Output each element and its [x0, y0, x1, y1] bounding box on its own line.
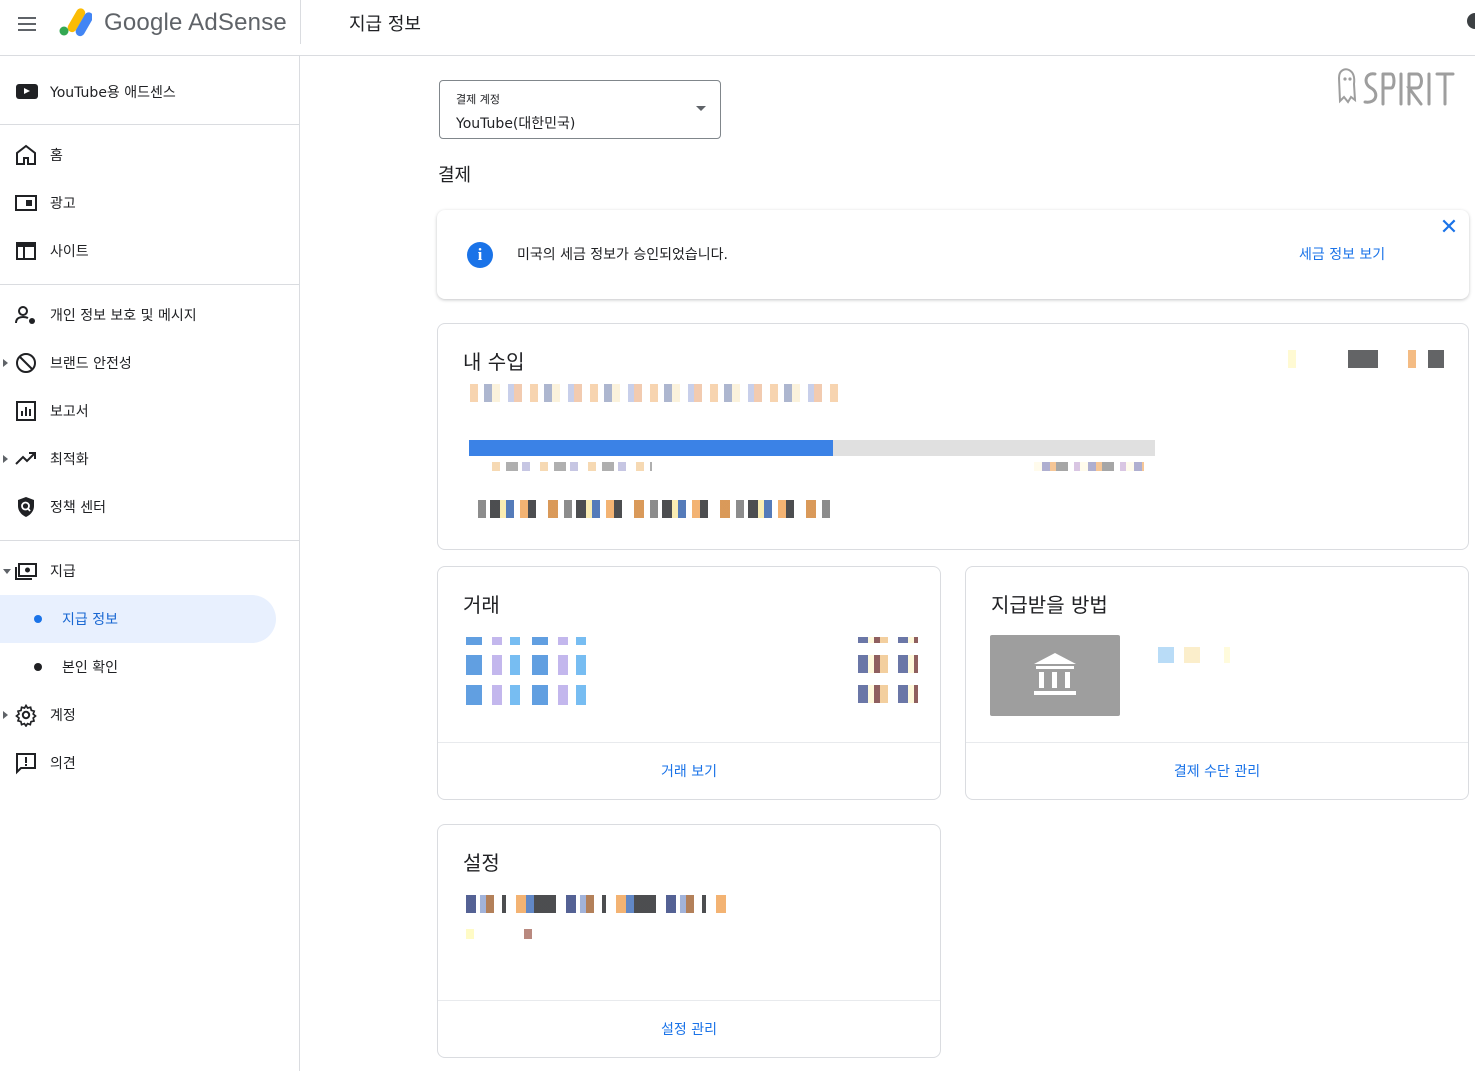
sidebar-item-feedback[interactable]: 의견	[0, 739, 276, 787]
watermark-logo-icon	[1337, 68, 1455, 106]
sidebar-item-home[interactable]: 홈	[0, 131, 276, 179]
redacted-text	[492, 462, 652, 471]
sidebar-item-label: 지급	[50, 564, 76, 580]
account-avatar[interactable]	[1467, 13, 1475, 29]
sidebar-item-label: 정책 센터	[50, 500, 106, 516]
transactions-footer: 거래 보기	[438, 742, 940, 799]
redacted-text	[1034, 462, 1144, 471]
manage-settings-link[interactable]: 설정 관리	[438, 1019, 940, 1039]
sidebar-item-label: 광고	[50, 196, 76, 212]
privacy-messaging-icon	[15, 306, 35, 324]
sidebar-item-label: 브랜드 안전성	[50, 356, 132, 372]
sidebar-item-privacy-messaging[interactable]: 개인 정보 보호 및 메시지	[0, 291, 276, 339]
notice-text: 미국의 세금 정보가 승인되었습니다.	[517, 247, 728, 263]
section-title: 결제	[438, 165, 472, 186]
redacted-text	[470, 384, 840, 402]
view-transactions-link[interactable]: 거래 보기	[438, 761, 940, 781]
dropdown-arrow-icon	[696, 106, 706, 111]
payments-icon	[15, 563, 37, 580]
redacted-text	[466, 637, 586, 715]
redacted-text	[858, 637, 918, 715]
sidebar-item-label: 계정	[50, 708, 76, 724]
view-tax-info-link[interactable]: 세금 정보 보기	[1299, 244, 1385, 264]
payments-account-select[interactable]: 결제 계정 YouTube(대한민국)	[439, 80, 721, 139]
select-label: 결제 계정	[456, 93, 500, 106]
sites-icon	[16, 242, 36, 260]
sidebar-item-brand-safety[interactable]: 브랜드 안전성	[0, 339, 276, 387]
block-icon	[16, 353, 36, 373]
transactions-title: 거래	[463, 593, 500, 617]
sidebar-item-sites[interactable]: 사이트	[0, 227, 276, 275]
payment-method-card: 지급받을 방법 결제 수단 관리	[965, 566, 1469, 800]
earnings-card: 내 수입	[437, 323, 1469, 550]
settings-title: 설정	[463, 851, 500, 875]
close-icon[interactable]: ✕	[1439, 217, 1459, 239]
sidebar-item-verification[interactable]: 본인 확인	[0, 643, 276, 691]
trending-icon	[15, 452, 36, 465]
bank-icon	[990, 635, 1120, 716]
sidebar-item-account[interactable]: 계정	[0, 691, 276, 739]
transactions-card: 거래 거래 보기	[437, 566, 941, 800]
home-icon	[16, 144, 36, 165]
redacted-text	[1158, 647, 1236, 663]
redacted-text	[466, 929, 536, 939]
sidebar-item-label: 본인 확인	[62, 660, 118, 676]
youtube-icon	[16, 84, 38, 99]
app-name[interactable]: Google AdSense	[104, 9, 287, 37]
sidebar-item-payments[interactable]: 지급	[0, 547, 276, 595]
payment-method-title: 지급받을 방법	[991, 593, 1108, 617]
progress-fill	[469, 440, 833, 456]
sidebar-item-label: 의견	[50, 756, 76, 772]
redacted-text	[466, 895, 726, 913]
bullet-icon	[34, 615, 42, 623]
collapse-caret-icon[interactable]	[3, 569, 11, 574]
redacted-amount	[1288, 350, 1448, 368]
sidebar-item-label: 지급 정보	[62, 612, 118, 628]
redacted-text	[478, 500, 832, 518]
info-icon: i	[467, 242, 493, 268]
bullet-icon	[34, 663, 42, 671]
select-value: YouTube(대한민국)	[456, 116, 576, 132]
expand-caret-icon[interactable]	[3, 359, 8, 367]
top-app-bar: Google AdSense 지급 정보	[0, 0, 1475, 56]
tax-info-notice: i 미국의 세금 정보가 승인되었습니다. 세금 정보 보기 ✕	[437, 210, 1469, 299]
manage-payment-methods-link[interactable]: 결제 수단 관리	[966, 761, 1468, 781]
payment-threshold-progress	[469, 440, 1155, 456]
sidebar-item-label: 최적화	[50, 452, 89, 468]
ads-icon	[15, 195, 37, 211]
sidebar-product-label: YouTube용 애드센스	[50, 85, 176, 101]
settings-card: 설정 설정 관리	[437, 824, 941, 1058]
adsense-logo-icon[interactable]	[58, 7, 92, 37]
sidebar-item-label: 사이트	[50, 244, 89, 260]
reports-icon	[16, 401, 36, 421]
policy-shield-icon	[18, 497, 34, 517]
hamburger-menu-icon[interactable]	[16, 12, 40, 36]
sidebar-item-ads[interactable]: 광고	[0, 179, 276, 227]
page-title: 지급 정보	[349, 14, 421, 35]
sidebar-item-label: 보고서	[50, 404, 89, 420]
sidebar-product-switcher[interactable]: YouTube용 애드센스	[0, 56, 300, 125]
payment-method-footer: 결제 수단 관리	[966, 742, 1468, 799]
main-content: 결제 계정 YouTube(대한민국) 결제 i 미국의 세금 정보가 승인되었…	[301, 56, 1475, 1071]
expand-caret-icon[interactable]	[3, 711, 8, 719]
sidebar-item-reports[interactable]: 보고서	[0, 387, 276, 435]
sidebar-item-payments-info[interactable]: 지급 정보	[0, 595, 276, 643]
settings-footer: 설정 관리	[438, 1000, 940, 1057]
sidebar-divider	[0, 540, 300, 541]
sidebar-divider	[0, 284, 300, 285]
sidebar: YouTube용 애드센스 홈 광고 사이트 개인 정보 보호 및 메시지 브랜…	[0, 56, 300, 1071]
gear-icon	[15, 703, 37, 727]
expand-caret-icon[interactable]	[3, 455, 8, 463]
header-divider	[300, 0, 301, 44]
sidebar-item-label: 개인 정보 보호 및 메시지	[50, 308, 197, 324]
sidebar-item-policy-center[interactable]: 정책 센터	[0, 483, 276, 531]
sidebar-item-label: 홈	[50, 148, 63, 164]
feedback-icon	[16, 753, 36, 775]
earnings-title: 내 수입	[463, 350, 525, 374]
sidebar-item-optimization[interactable]: 최적화	[0, 435, 276, 483]
